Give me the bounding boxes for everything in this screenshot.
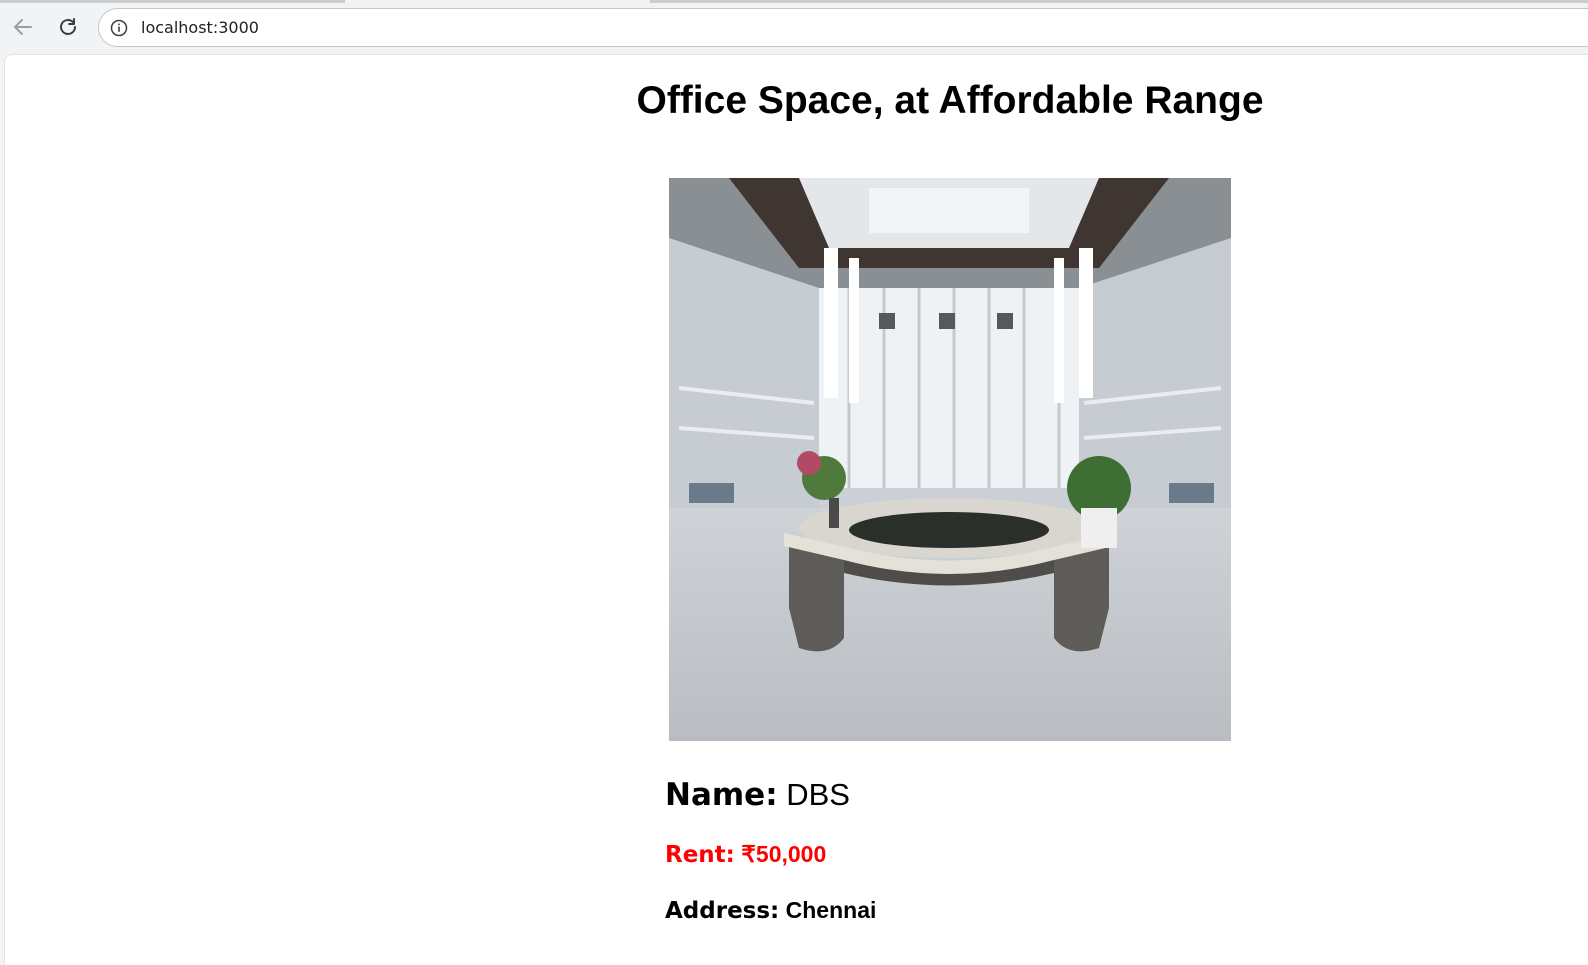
listing-rent: Rent: ₹50,000 [665,841,826,868]
name-value: DBS [786,777,850,812]
address-value: Chennai [785,897,877,923]
site-info-icon[interactable] [109,18,129,38]
address-bar[interactable]: localhost:3000 [98,8,1588,47]
browser-toolbar: localhost:3000 [0,0,1588,54]
office-lobby-image [669,178,1231,741]
name-label: Name: [665,777,778,813]
back-button[interactable] [8,12,38,42]
tab-strip-indicator [0,0,345,3]
address-label: Address: [665,898,780,924]
rent-value: ₹50,000 [741,841,827,867]
tab-strip-indicator [650,0,1588,3]
page-title: Office Space, at Affordable Range [636,79,1264,122]
rent-label: Rent: [665,842,735,868]
office-photo [669,178,1231,741]
page-viewport: Office Space, at Affordable Range Name: … [4,54,1588,965]
reload-button[interactable] [53,12,83,42]
url-text[interactable]: localhost:3000 [141,18,259,37]
listing-address: Address: Chennai [665,897,876,924]
reload-icon [60,18,76,35]
back-arrow-icon [14,19,32,35]
listing-name: Name: DBS [665,777,850,813]
